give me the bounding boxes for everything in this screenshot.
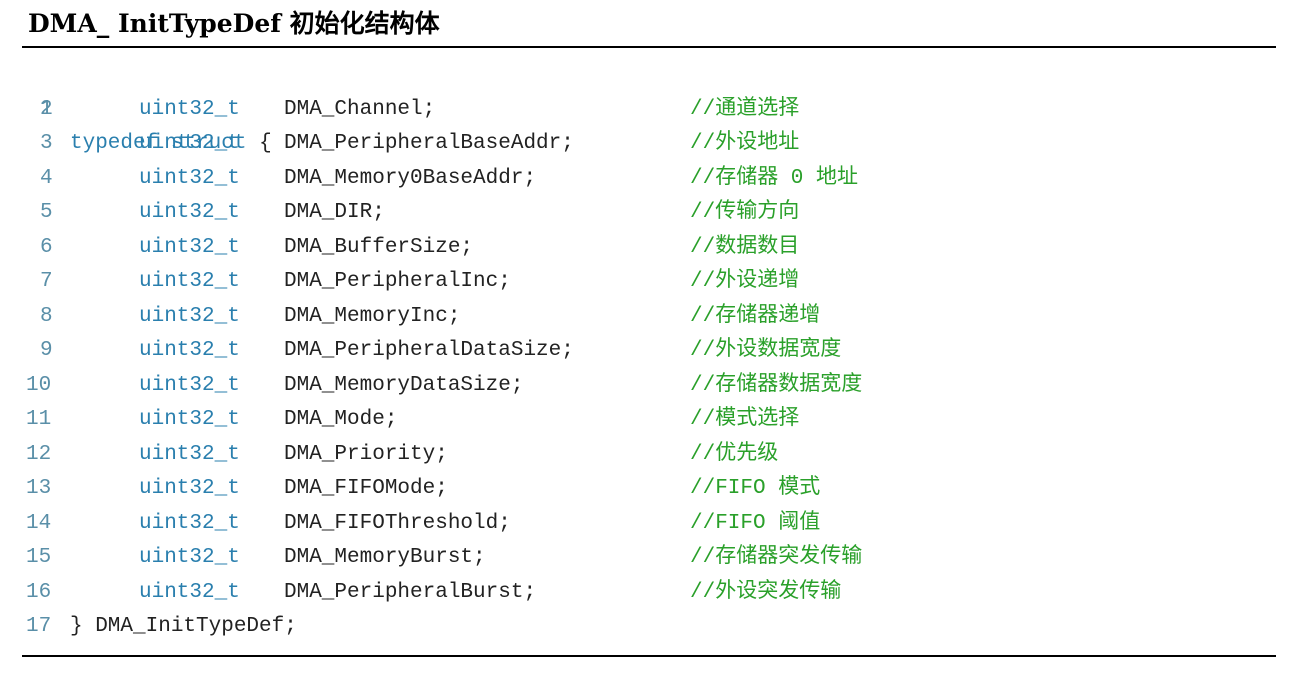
field-type: uint32_t (139, 97, 240, 121)
line-number: 4 (40, 166, 53, 190)
field-comment: //模式选择 (690, 408, 800, 431)
code-line: 7 uint32_t DMA_PeripheralInc; //外设递增 (22, 265, 1276, 300)
field-comment: //存储器突发传输 (690, 546, 863, 569)
field-type: uint32_t (139, 132, 240, 155)
line-number: 11 (26, 408, 52, 431)
field-type: uint32_t (139, 408, 240, 431)
code-line: 11 uint32_t DMA_Mode; //模式选择 (22, 403, 1276, 438)
struct-close: } DMA_InitTypeDef; (70, 615, 297, 638)
section-title: DMA_ InitTypeDef 初始化结构体 (28, 9, 440, 38)
field-comment: //外设数据宽度 (690, 339, 842, 362)
field-name: DMA_FIFOMode; (284, 477, 448, 500)
field-type: uint32_t (139, 580, 240, 604)
field-comment: //外设递增 (690, 270, 800, 293)
field-comment: //存储器数据宽度 (690, 373, 863, 397)
line-number: 7 (40, 270, 53, 293)
code-line: 1 typedef struct { (22, 58, 1276, 156)
code-line: 10 uint32_t DMA_MemoryDataSize; //存储器数据宽度 (22, 369, 1276, 404)
field-comment: //存储器递增 (690, 304, 821, 328)
field-name: DMA_PeripheralDataSize; (284, 339, 574, 362)
code-line: 4 uint32_t DMA_Memory0BaseAddr; //存储器 0 地址 (22, 162, 1276, 197)
field-type: uint32_t (139, 442, 240, 466)
field-name: DMA_Mode; (284, 408, 398, 431)
field-name: DMA_BufferSize; (284, 235, 474, 259)
code-line: 5 uint32_t DMA_DIR; //传输方向 (22, 196, 1276, 231)
field-type: uint32_t (139, 339, 240, 362)
field-type: uint32_t (139, 166, 240, 190)
code-line: 13 uint32_t DMA_FIFOMode; //FIFO 模式 (22, 472, 1276, 507)
line-number: 2 (40, 97, 53, 121)
code-line: 3 uint32_t DMA_PeripheralBaseAddr; //外设地址 (22, 127, 1276, 162)
code-line: 17 } DMA_InitTypeDef; (22, 610, 1276, 645)
field-comment: //传输方向 (690, 201, 800, 224)
line-number: 14 (26, 511, 52, 535)
field-type: uint32_t (139, 235, 240, 259)
code-line: 2 uint32_t DMA_Channel; //通道选择 (22, 93, 1276, 128)
code-line: 9 uint32_t DMA_PeripheralDataSize; //外设数据宽度 (22, 334, 1276, 369)
code-line: 6 uint32_t DMA_BufferSize; //数据数目 (22, 231, 1276, 266)
line-number: 15 (26, 546, 52, 569)
code-line: 12 uint32_t DMA_Priority; //优先级 (22, 438, 1276, 473)
code-line: 8 uint32_t DMA_MemoryInc; //存储器递增 (22, 300, 1276, 335)
line-number: 13 (26, 477, 52, 500)
line-number: 5 (40, 201, 53, 224)
field-name: DMA_DIR; (284, 201, 385, 224)
field-name: DMA_PeripheralBaseAddr; (284, 132, 574, 155)
code-line: 15 uint32_t DMA_MemoryBurst; //存储器突发传输 (22, 541, 1276, 576)
code-line: 14 uint32_t DMA_FIFOThreshold; //FIFO 阈值 (22, 507, 1276, 542)
line-number: 3 (40, 132, 53, 155)
field-comment: //存储器 0 地址 (690, 166, 859, 190)
field-name: DMA_FIFOThreshold; (284, 511, 511, 535)
field-name: DMA_PeripheralBurst; (284, 580, 537, 604)
field-comment: //FIFO 阈值 (690, 511, 821, 535)
field-comment: //外设地址 (690, 132, 800, 155)
line-number: 16 (26, 580, 52, 604)
field-comment: //FIFO 模式 (690, 477, 821, 500)
field-type: uint32_t (139, 304, 240, 328)
field-type: uint32_t (139, 511, 240, 535)
field-name: DMA_Channel; (284, 97, 436, 121)
line-number: 10 (26, 373, 52, 397)
field-type: uint32_t (139, 201, 240, 224)
top-rule (22, 46, 1276, 48)
field-type: uint32_t (139, 270, 240, 293)
field-name: DMA_MemoryDataSize; (284, 373, 524, 397)
line-number: 8 (40, 304, 53, 328)
line-number: 12 (26, 442, 52, 466)
field-type: uint32_t (139, 373, 240, 397)
field-name: DMA_MemoryInc; (284, 304, 461, 328)
line-number: 6 (40, 235, 53, 259)
field-name: DMA_Memory0BaseAddr; (284, 166, 537, 190)
field-name: DMA_PeripheralInc; (284, 270, 511, 293)
line-number: 17 (26, 615, 52, 638)
field-name: DMA_Priority; (284, 442, 448, 466)
field-comment: //数据数目 (690, 235, 800, 259)
field-type: uint32_t (139, 477, 240, 500)
line-number: 9 (40, 339, 53, 362)
field-name: DMA_MemoryBurst; (284, 546, 486, 569)
code-listing: 1 typedef struct { 2 uint32_t DMA_Channel;… (22, 58, 1276, 645)
code-line: 16 uint32_t DMA_PeripheralBurst; //外设突发传输 (22, 576, 1276, 611)
field-comment: //通道选择 (690, 97, 800, 121)
bottom-rule (22, 655, 1276, 657)
field-comment: //外设突发传输 (690, 580, 842, 604)
field-type: uint32_t (139, 546, 240, 569)
field-comment: //优先级 (690, 442, 779, 466)
